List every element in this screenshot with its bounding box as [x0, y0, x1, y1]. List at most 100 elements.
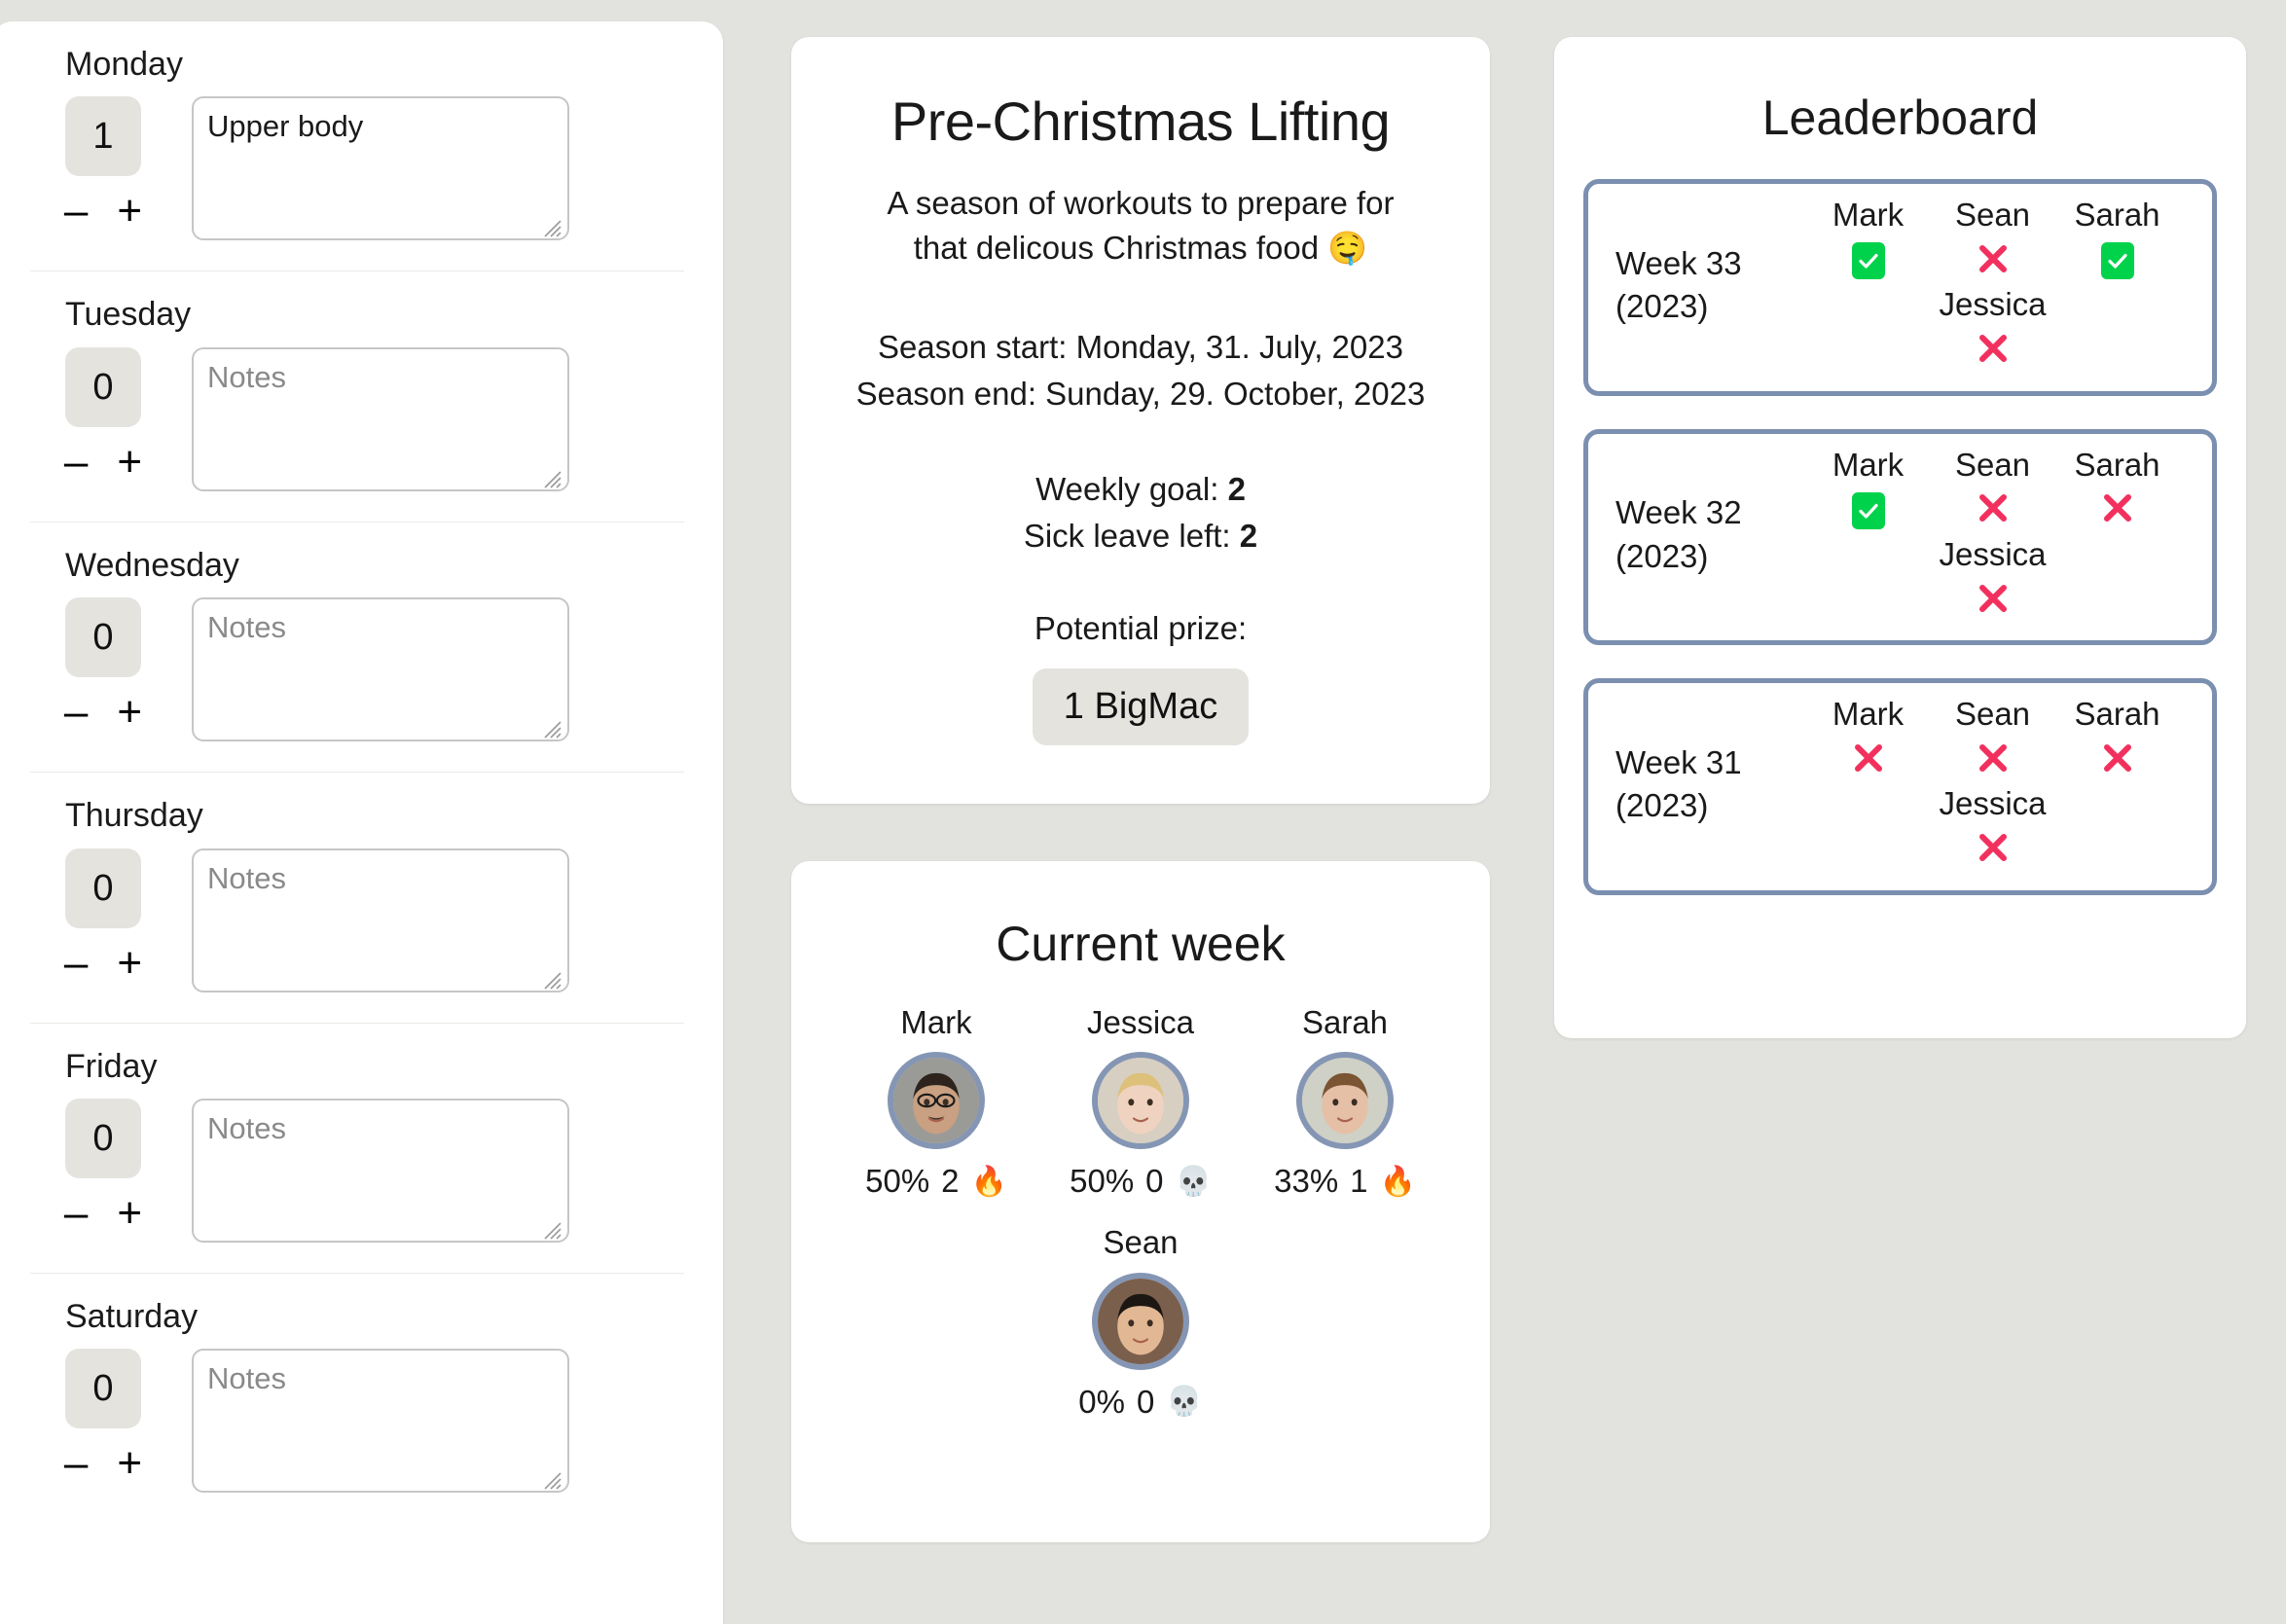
person-card[interactable]: Jessica 50% 0 💀: [1038, 1004, 1243, 1200]
cross-icon: [1976, 241, 2011, 281]
participant-name: Sarah: [2074, 446, 2160, 483]
leaderboard-title: Leaderboard: [1761, 90, 2039, 145]
decrement-button[interactable]: –: [64, 190, 88, 233]
decrement-button[interactable]: –: [64, 1442, 88, 1485]
participant-name: Jessica: [1939, 286, 2047, 323]
prize-chip[interactable]: 1 BigMac: [1032, 668, 1250, 745]
person-card[interactable]: Sarah 33% 1 🔥: [1243, 1004, 1447, 1200]
participant-name: Sarah: [2074, 696, 2160, 733]
day-name-label: Friday: [65, 1047, 158, 1085]
week-results-row: Mark Sean Sarah: [1791, 696, 2195, 782]
counter-buttons: – +: [64, 941, 142, 984]
cross-icon: [2100, 740, 2135, 780]
day-name-label: Thursday: [65, 797, 203, 835]
notes-input[interactable]: [192, 1349, 569, 1494]
notes-input[interactable]: [192, 346, 569, 491]
increment-button[interactable]: +: [117, 941, 142, 984]
season-start-line: Season start: Monday, 31. July, 2023: [878, 329, 1403, 366]
participant-status: [1976, 488, 2011, 533]
day-body: 0 – +: [30, 346, 684, 496]
prize-label: Potential prize:: [1034, 609, 1248, 646]
notes-wrapper: [176, 848, 569, 997]
person-name: Sarah: [1301, 1004, 1389, 1040]
week-result-cell: Sarah: [2055, 197, 2180, 283]
week-results-row-second: Jessica: [1791, 535, 2195, 623]
workout-count-value: 0: [65, 597, 141, 678]
participant-status: [1976, 329, 2011, 374]
notes-wrapper: [176, 1349, 569, 1498]
person-stats: 50% 0 💀: [1070, 1163, 1212, 1200]
participant-status: [1851, 488, 1885, 533]
day-row: Saturday 0 – +: [30, 1274, 684, 1523]
notes-input[interactable]: [192, 597, 569, 742]
person-streak: 0: [1145, 1163, 1164, 1200]
day-name-label: Monday: [65, 46, 183, 83]
season-goals: Weekly goal: 2 Sick leave left: 2: [820, 466, 1461, 559]
participant-name: Mark: [1832, 197, 1905, 233]
current-week-people-row-second: Sean 0% 0 💀: [815, 1224, 1467, 1420]
leaderboard-week-list: Week 33 (2023) Mark Sean Sarah Jessica Week 32…: [1583, 179, 2217, 895]
counter-buttons: – +: [64, 1191, 142, 1234]
check-icon: [2100, 242, 2134, 280]
week-label-line: (2023): [1615, 537, 1709, 574]
participant-name: Mark: [1832, 446, 1905, 483]
person-card[interactable]: Mark 50% 2 🔥: [834, 1004, 1038, 1200]
person-percent: 50%: [1070, 1163, 1135, 1200]
increment-button[interactable]: +: [117, 190, 142, 233]
notes-wrapper: [176, 1098, 569, 1247]
decrement-button[interactable]: –: [64, 440, 88, 483]
counter-buttons: – +: [64, 440, 142, 483]
weekly-goal-value: 2: [1227, 471, 1246, 507]
day-name-label: Saturday: [65, 1297, 199, 1335]
participant-name: Jessica: [1939, 535, 2047, 572]
week-result-cell: Jessica: [1931, 786, 2055, 872]
decrement-button[interactable]: –: [64, 1191, 88, 1234]
increment-button[interactable]: +: [117, 691, 142, 734]
notes-input[interactable]: [192, 1098, 569, 1243]
day-body: 0 – +: [30, 1098, 684, 1247]
person-percent: 33%: [1274, 1163, 1339, 1200]
person-streak: 0: [1136, 1383, 1155, 1420]
day-body: 0 – +: [30, 848, 684, 997]
season-info-card: Pre-Christmas Lifting A season of workou…: [791, 37, 1490, 804]
sick-leave-row: Sick leave left: 2: [820, 513, 1461, 559]
person-percent: 0%: [1078, 1383, 1125, 1420]
current-week-title: Current week: [996, 917, 1286, 971]
notes-input[interactable]: [192, 96, 569, 241]
streak-status-icon: 🔥: [1379, 1165, 1416, 1198]
counter-buttons: – +: [64, 1442, 142, 1485]
workout-counter: 0 – +: [30, 346, 176, 483]
week-results-row-second: Jessica: [1791, 286, 2195, 374]
week-results-row: Mark Sean Sarah: [1791, 446, 2195, 533]
day-body: 0 – +: [30, 1349, 684, 1498]
participant-status: [1976, 238, 2011, 283]
increment-button[interactable]: +: [117, 440, 142, 483]
week-results-row: Mark Sean Sarah: [1791, 197, 2195, 283]
week-result-cell: Jessica: [1931, 286, 2055, 374]
week-results-row-second: Jessica: [1791, 786, 2195, 872]
person-name: Jessica: [1086, 1004, 1195, 1040]
increment-button[interactable]: +: [117, 1191, 142, 1234]
week-label-line: (2023): [1615, 288, 1709, 325]
week-planner-card: Monday1–+Tuesday0–+Wednesday0–+Thursday0…: [0, 21, 723, 1624]
week-label-line: (2023): [1615, 787, 1709, 824]
leaderboard-week-block: Week 32 (2023) Mark Sean Sarah Jessica: [1583, 428, 2217, 646]
notes-wrapper: [176, 597, 569, 746]
decrement-button[interactable]: –: [64, 941, 88, 984]
workout-counter: 0 – +: [30, 848, 176, 984]
participant-status: [2100, 488, 2135, 533]
decrement-button[interactable]: –: [64, 691, 88, 734]
season-description: A season of workouts to prepare for that…: [887, 184, 1395, 267]
participant-status: [2100, 238, 2134, 283]
day-row: Wednesday 0 – +: [30, 523, 684, 774]
avatar: [1092, 1052, 1189, 1150]
cross-icon: [1976, 740, 2011, 780]
participant-status: [1851, 238, 1885, 283]
increment-button[interactable]: +: [117, 1442, 142, 1485]
week-result-cell: Mark: [1806, 446, 1931, 533]
avatar: [1296, 1052, 1394, 1150]
person-card[interactable]: Sean 0% 0 💀: [1038, 1224, 1243, 1420]
streak-status-icon: 🔥: [970, 1165, 1007, 1198]
notes-wrapper: [176, 96, 569, 245]
notes-input[interactable]: [192, 848, 569, 992]
